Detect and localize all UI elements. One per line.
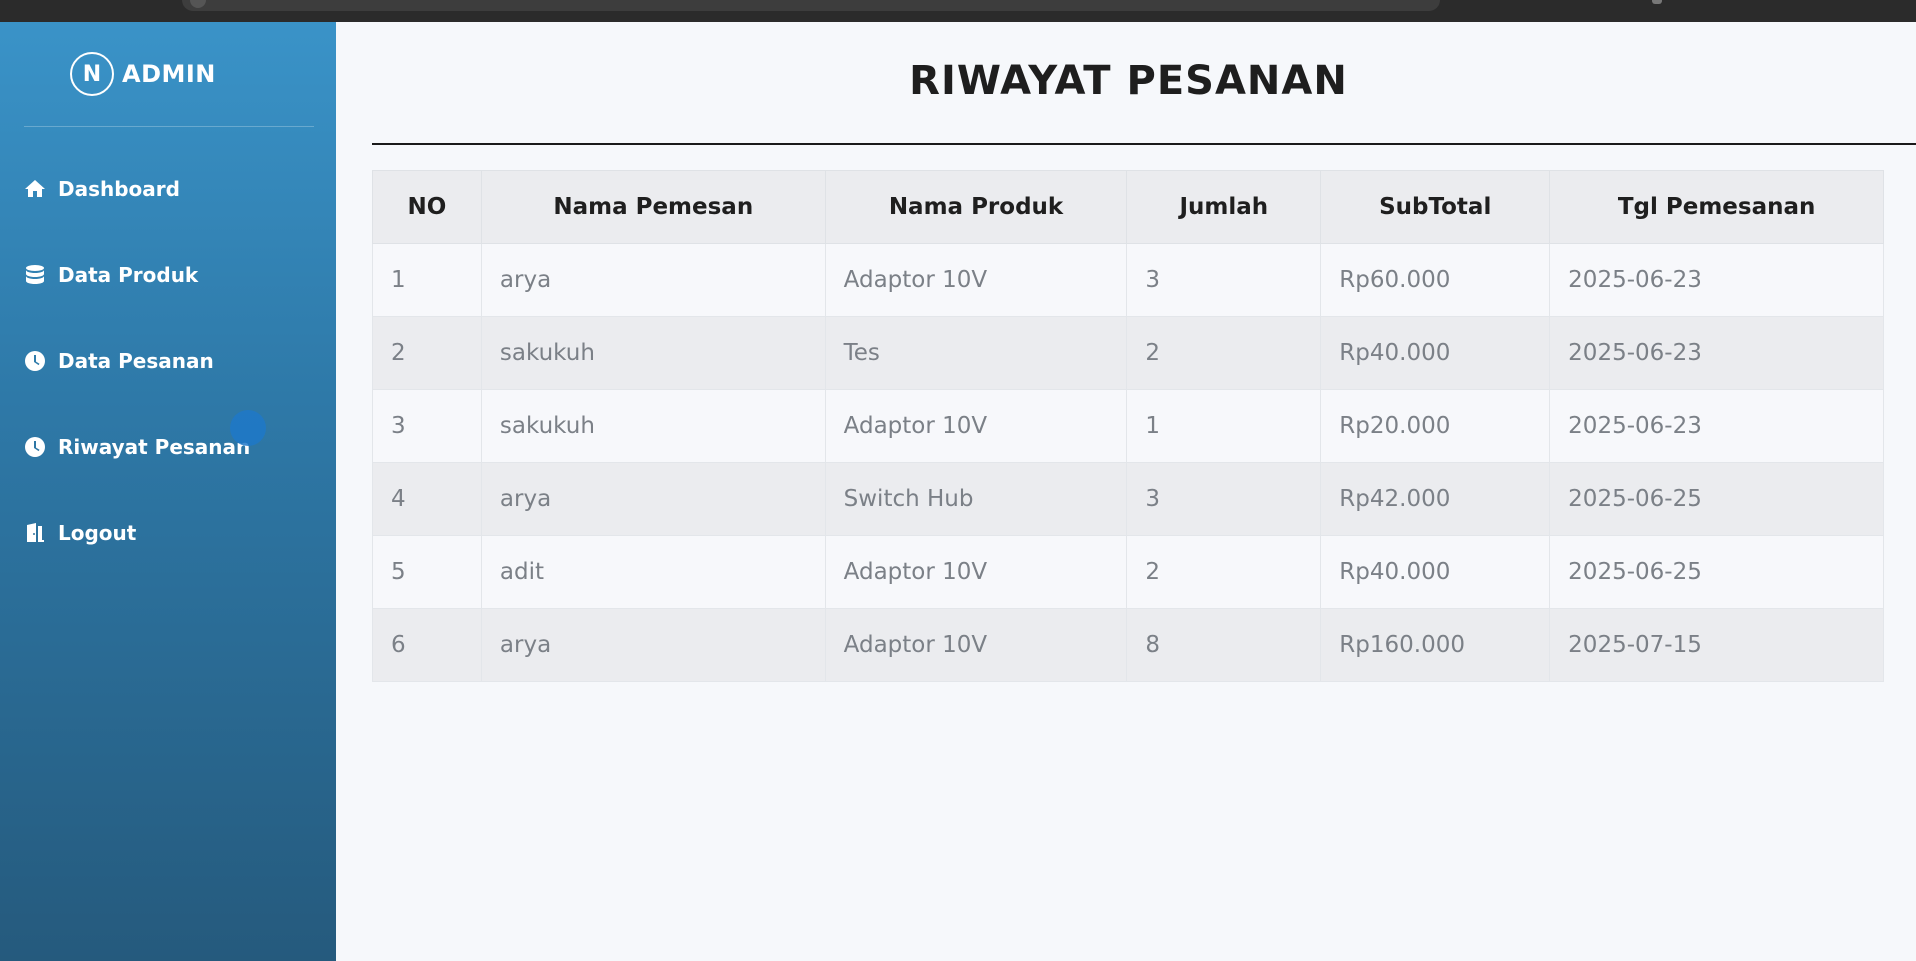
table-row: 1 arya Adaptor 10V 3 Rp60.000 2025-06-23 xyxy=(372,243,1884,317)
table-row: 5 adit Adaptor 10V 2 Rp40.000 2025-06-25 xyxy=(372,535,1884,609)
cell-no: 3 xyxy=(372,389,482,463)
brand-name: ADMIN xyxy=(122,60,216,88)
sidebar-divider xyxy=(24,126,314,127)
database-icon xyxy=(22,262,48,288)
table-row: 6 arya Adaptor 10V 8 Rp160.000 2025-07-1… xyxy=(372,608,1884,682)
cell-jumlah: 2 xyxy=(1126,316,1322,390)
sidebar-item-data-produk[interactable]: Data Produk xyxy=(22,258,198,292)
cell-subtotal: Rp40.000 xyxy=(1320,535,1551,609)
cell-nama-pemesan: arya xyxy=(480,462,826,536)
cell-jumlah: 8 xyxy=(1126,608,1322,682)
sidebar-item-riwayat-pesanan[interactable]: Riwayat Pesanan xyxy=(22,430,250,464)
column-header-jumlah[interactable]: Jumlah xyxy=(1126,170,1322,244)
cell-tgl-pemesanan: 2025-06-23 xyxy=(1549,316,1884,390)
sidebar-item-label: Data Produk xyxy=(58,263,199,287)
sidebar-item-label: Logout xyxy=(58,521,137,545)
column-header-nama-produk[interactable]: Nama Produk xyxy=(824,170,1128,244)
cell-nama-pemesan: adit xyxy=(480,535,826,609)
cell-tgl-pemesanan: 2025-06-25 xyxy=(1549,535,1884,609)
home-icon xyxy=(22,176,48,202)
cell-nama-pemesan: arya xyxy=(480,243,826,317)
sidebar-item-data-pesanan[interactable]: Data Pesanan xyxy=(22,344,214,378)
cell-no: 5 xyxy=(372,535,482,609)
cell-jumlah: 3 xyxy=(1126,243,1322,317)
cell-jumlah: 2 xyxy=(1126,535,1322,609)
sidebar-item-label: Dashboard xyxy=(58,177,180,201)
browser-top-bar xyxy=(0,0,1916,22)
address-bar[interactable] xyxy=(182,0,1440,11)
title-divider xyxy=(372,143,1916,145)
cell-no: 2 xyxy=(372,316,482,390)
cell-tgl-pemesanan: 2025-07-15 xyxy=(1549,608,1884,682)
cell-subtotal: Rp60.000 xyxy=(1320,243,1551,317)
door-exit-icon xyxy=(22,520,48,546)
cell-tgl-pemesanan: 2025-06-23 xyxy=(1549,243,1884,317)
cell-nama-produk: Adaptor 10V xyxy=(824,243,1128,317)
cursor-indicator xyxy=(230,410,266,446)
browser-extension-icon[interactable] xyxy=(1652,0,1662,4)
cell-nama-produk: Tes xyxy=(824,316,1128,390)
cell-nama-produk: Switch Hub xyxy=(824,462,1128,536)
column-header-no[interactable]: NO xyxy=(372,170,482,244)
cell-jumlah: 1 xyxy=(1126,389,1322,463)
table-row: 4 arya Switch Hub 3 Rp42.000 2025-06-25 xyxy=(372,462,1884,536)
brand[interactable]: N ADMIN xyxy=(70,52,216,96)
table-header-row: NO Nama Pemesan Nama Produk Jumlah SubTo… xyxy=(372,170,1884,244)
cell-subtotal: Rp40.000 xyxy=(1320,316,1551,390)
order-history-table: NO Nama Pemesan Nama Produk Jumlah SubTo… xyxy=(372,170,1884,682)
cell-subtotal: Rp20.000 xyxy=(1320,389,1551,463)
column-header-nama-pemesan[interactable]: Nama Pemesan xyxy=(480,170,826,244)
cell-nama-pemesan: arya xyxy=(480,608,826,682)
cell-jumlah: 3 xyxy=(1126,462,1322,536)
page-title: RIWAYAT PESANAN xyxy=(909,58,1348,104)
column-header-tgl-pemesanan[interactable]: Tgl Pemesanan xyxy=(1549,170,1884,244)
cell-nama-produk: Adaptor 10V xyxy=(824,389,1128,463)
sidebar-item-dashboard[interactable]: Dashboard xyxy=(22,172,180,206)
clock-icon xyxy=(22,434,48,460)
table-row: 3 sakukuh Adaptor 10V 1 Rp20.000 2025-06… xyxy=(372,389,1884,463)
sidebar-item-label: Riwayat Pesanan xyxy=(58,435,251,459)
column-header-subtotal[interactable]: SubTotal xyxy=(1320,170,1551,244)
clock-icon xyxy=(22,348,48,374)
cell-no: 4 xyxy=(372,462,482,536)
cell-subtotal: Rp160.000 xyxy=(1320,608,1551,682)
cell-tgl-pemesanan: 2025-06-23 xyxy=(1549,389,1884,463)
sidebar-item-label: Data Pesanan xyxy=(58,349,214,373)
cell-nama-produk: Adaptor 10V xyxy=(824,535,1128,609)
cell-subtotal: Rp42.000 xyxy=(1320,462,1551,536)
cell-nama-produk: Adaptor 10V xyxy=(824,608,1128,682)
main-content: RIWAYAT PESANAN NO Nama Pemesan Nama Pro… xyxy=(336,22,1916,961)
brand-logo-icon: N xyxy=(70,52,114,96)
table-row: 2 sakukuh Tes 2 Rp40.000 2025-06-23 xyxy=(372,316,1884,390)
cell-no: 6 xyxy=(372,608,482,682)
cell-nama-pemesan: sakukuh xyxy=(480,316,826,390)
sidebar-item-logout[interactable]: Logout xyxy=(22,516,136,550)
cell-nama-pemesan: sakukuh xyxy=(480,389,826,463)
cell-tgl-pemesanan: 2025-06-25 xyxy=(1549,462,1884,536)
cell-no: 1 xyxy=(372,243,482,317)
sidebar: N ADMIN Dashboard Data Produk Data Pesan… xyxy=(0,22,336,961)
